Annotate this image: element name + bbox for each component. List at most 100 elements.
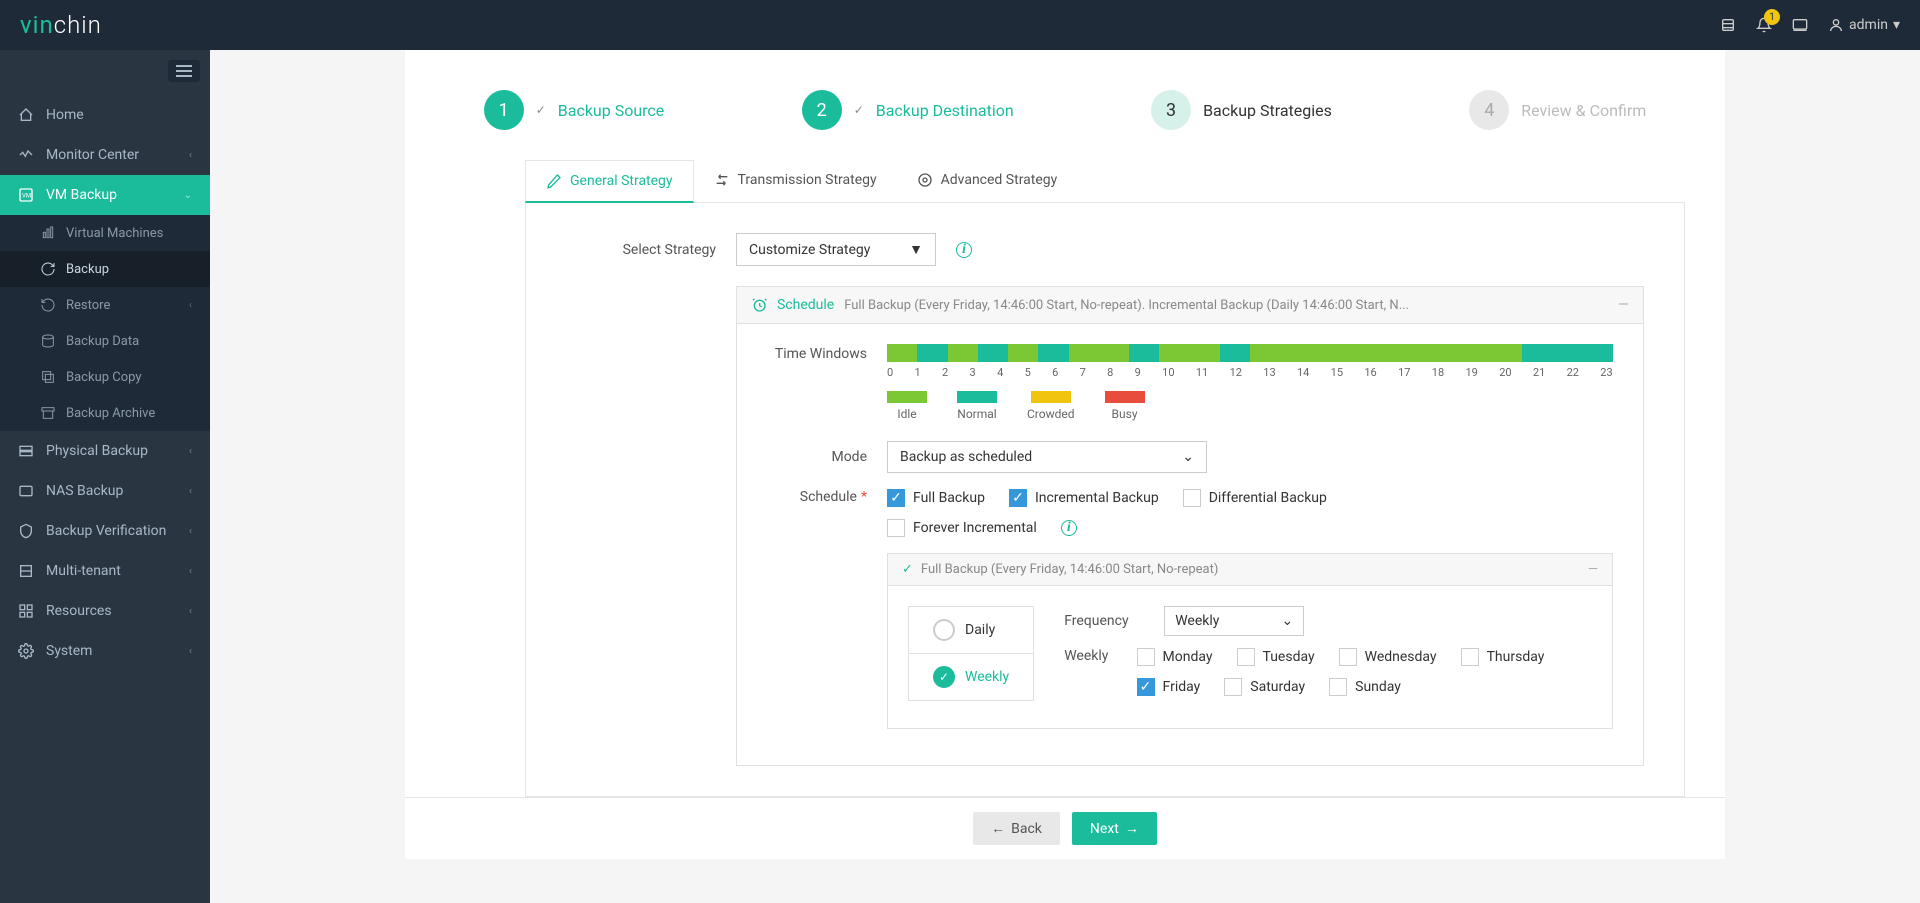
checkbox-icon: ✓	[887, 489, 905, 507]
strategy-tabs: General Strategy Transmission Strategy A…	[525, 160, 1685, 203]
next-button[interactable]: Next →	[1072, 812, 1157, 845]
schedule-checkboxes-2: Forever Incremental i	[887, 519, 1613, 537]
time-windows-legend: Idle Normal Crowded	[887, 391, 1613, 421]
user-menu[interactable]: admin ▾	[1828, 17, 1900, 33]
radio-icon	[933, 666, 955, 688]
day-monday[interactable]: Monday	[1137, 648, 1213, 666]
checkbox-differential-backup[interactable]: Differential Backup	[1183, 489, 1327, 507]
notification-badge: 1	[1764, 9, 1780, 25]
time-window-segment	[1159, 344, 1189, 362]
data-icon[interactable]	[1720, 17, 1736, 33]
legend-crowded: Crowded	[1027, 391, 1075, 421]
sidebar-item-backup-verification[interactable]: Backup Verification ‹	[0, 511, 210, 551]
schedule-panel: Schedule Full Backup (Every Friday, 14:4…	[736, 286, 1644, 766]
sidebar-item-nas-backup[interactable]: NAS Backup ‹	[0, 471, 210, 511]
sidebar-item-physical-backup[interactable]: Physical Backup ‹	[0, 431, 210, 471]
collapse-icon: —	[1588, 562, 1598, 577]
svg-text:VM: VM	[22, 193, 31, 200]
chevron-icon: ‹	[189, 566, 192, 577]
time-windows-bar	[887, 344, 1613, 362]
freq-option-daily[interactable]: Daily	[908, 606, 1034, 654]
time-window-segment	[948, 344, 978, 362]
subnav-backup-archive[interactable]: Backup Archive	[0, 395, 210, 431]
step-backup-destination[interactable]: 2 ✓ Backup Destination	[802, 90, 1014, 130]
screen-icon[interactable]	[1792, 17, 1808, 33]
day-thursday[interactable]: Thursday	[1461, 648, 1545, 666]
checkbox-incremental-backup[interactable]: ✓ Incremental Backup	[1009, 489, 1159, 507]
sidebar-item-vm-backup[interactable]: VM VM Backup ⌄	[0, 175, 210, 215]
chevron-icon: ‹	[189, 646, 192, 657]
time-window-segment	[1129, 344, 1159, 362]
time-window-segment	[1280, 344, 1310, 362]
time-window-segment	[1401, 344, 1431, 362]
full-backup-panel-header[interactable]: ✓ Full Backup (Every Friday, 14:46:00 St…	[888, 554, 1612, 586]
collapse-icon: —	[1618, 297, 1629, 313]
subnav-backup-copy[interactable]: Backup Copy	[0, 359, 210, 395]
sidebar-item-resources[interactable]: Resources ‹	[0, 591, 210, 631]
step-backup-source[interactable]: 1 ✓ Backup Source	[484, 90, 665, 130]
sidebar-item-multi-tenant[interactable]: Multi-tenant ‹	[0, 551, 210, 591]
chevron-icon: ‹	[189, 446, 192, 457]
sidebar: Home Monitor Center ‹ VM VM Backup ⌄ Vir…	[0, 50, 210, 903]
day-saturday[interactable]: Saturday	[1224, 678, 1305, 696]
tab-advanced-strategy[interactable]: Advanced Strategy	[897, 160, 1078, 202]
time-windows-chart: 01234567891011121314151617181920212223 I…	[887, 344, 1613, 421]
subnav-backup[interactable]: Backup	[0, 251, 210, 287]
sidebar-item-system[interactable]: System ‹	[0, 631, 210, 671]
radio-icon	[933, 619, 955, 641]
full-backup-panel: ✓ Full Backup (Every Friday, 14:46:00 St…	[887, 553, 1613, 729]
time-window-segment	[1099, 344, 1129, 362]
subnav-virtual-machines[interactable]: Virtual Machines	[0, 215, 210, 251]
freq-option-weekly[interactable]: Weekly	[908, 654, 1034, 701]
info-icon[interactable]: i	[956, 242, 972, 258]
mode-select[interactable]: Backup as scheduled ⌄	[887, 441, 1207, 473]
time-window-segment	[1341, 344, 1371, 362]
day-tuesday[interactable]: Tuesday	[1237, 648, 1315, 666]
day-friday[interactable]: ✓Friday	[1137, 678, 1201, 696]
day-sunday[interactable]: Sunday	[1329, 678, 1401, 696]
schedule-title: Schedule	[777, 297, 834, 313]
info-icon[interactable]: i	[1061, 520, 1077, 536]
time-window-segment	[1583, 344, 1613, 362]
sidebar-toggle[interactable]	[168, 60, 200, 82]
legend-normal: Normal	[957, 391, 997, 421]
step-review-confirm[interactable]: 4 Review & Confirm	[1469, 90, 1646, 130]
check-icon: ✓	[854, 103, 864, 117]
sidebar-item-home[interactable]: Home	[0, 95, 210, 135]
back-button[interactable]: ← Back	[973, 812, 1060, 845]
time-window-segment	[1250, 344, 1280, 362]
checkbox-forever-incremental[interactable]: Forever Incremental	[887, 519, 1037, 537]
schedule-checkboxes: ✓ Full Backup ✓ Incremental Backup	[887, 489, 1613, 507]
time-window-segment	[887, 344, 917, 362]
frequency-select[interactable]: Weekly ⌄	[1164, 606, 1304, 636]
schedule-summary: Full Backup (Every Friday, 14:46:00 Star…	[844, 298, 1608, 313]
frequency-options: Daily Weekly	[908, 606, 1034, 708]
main-content: 1 ✓ Backup Source 2 ✓ Backup Destination…	[210, 50, 1920, 903]
wizard-card: 1 ✓ Backup Source 2 ✓ Backup Destination…	[405, 50, 1725, 797]
check-icon: ✓	[536, 103, 546, 117]
time-window-segment	[1069, 344, 1099, 362]
time-windows-ticks: 01234567891011121314151617181920212223	[887, 366, 1613, 379]
time-windows-row: Time Windows 012345678910111213141516171…	[767, 344, 1613, 421]
sidebar-item-monitor[interactable]: Monitor Center ‹	[0, 135, 210, 175]
step-backup-strategies[interactable]: 3 Backup Strategies	[1151, 90, 1332, 130]
check-icon: ✓	[902, 562, 913, 577]
caret-down-icon: ▼	[909, 241, 923, 258]
caret-down-icon: ⌄	[1281, 613, 1293, 629]
schedule-panel-header[interactable]: Schedule Full Backup (Every Friday, 14:4…	[737, 287, 1643, 324]
legend-busy: Busy	[1105, 391, 1145, 421]
subnav-restore[interactable]: Restore ‹	[0, 287, 210, 323]
tab-general-strategy[interactable]: General Strategy	[525, 160, 694, 203]
schedule-panel-body: Time Windows 012345678910111213141516171…	[737, 324, 1643, 765]
weekly-row: Weekly Monday Tuesday Wednesday Thursday…	[1064, 648, 1592, 696]
tab-transmission-strategy[interactable]: Transmission Strategy	[694, 160, 897, 202]
day-wednesday[interactable]: Wednesday	[1339, 648, 1437, 666]
subnav-backup-data[interactable]: Backup Data	[0, 323, 210, 359]
select-strategy-dropdown[interactable]: Customize Strategy ▼	[736, 233, 936, 266]
wizard-steps: 1 ✓ Backup Source 2 ✓ Backup Destination…	[445, 70, 1685, 160]
time-window-segment	[1008, 344, 1038, 362]
time-window-segment	[1553, 344, 1583, 362]
bell-icon[interactable]: 1	[1756, 17, 1772, 33]
schedule-type-row: Schedule* ✓ Full Backup ✓ Incre	[767, 489, 1613, 729]
checkbox-full-backup[interactable]: ✓ Full Backup	[887, 489, 985, 507]
